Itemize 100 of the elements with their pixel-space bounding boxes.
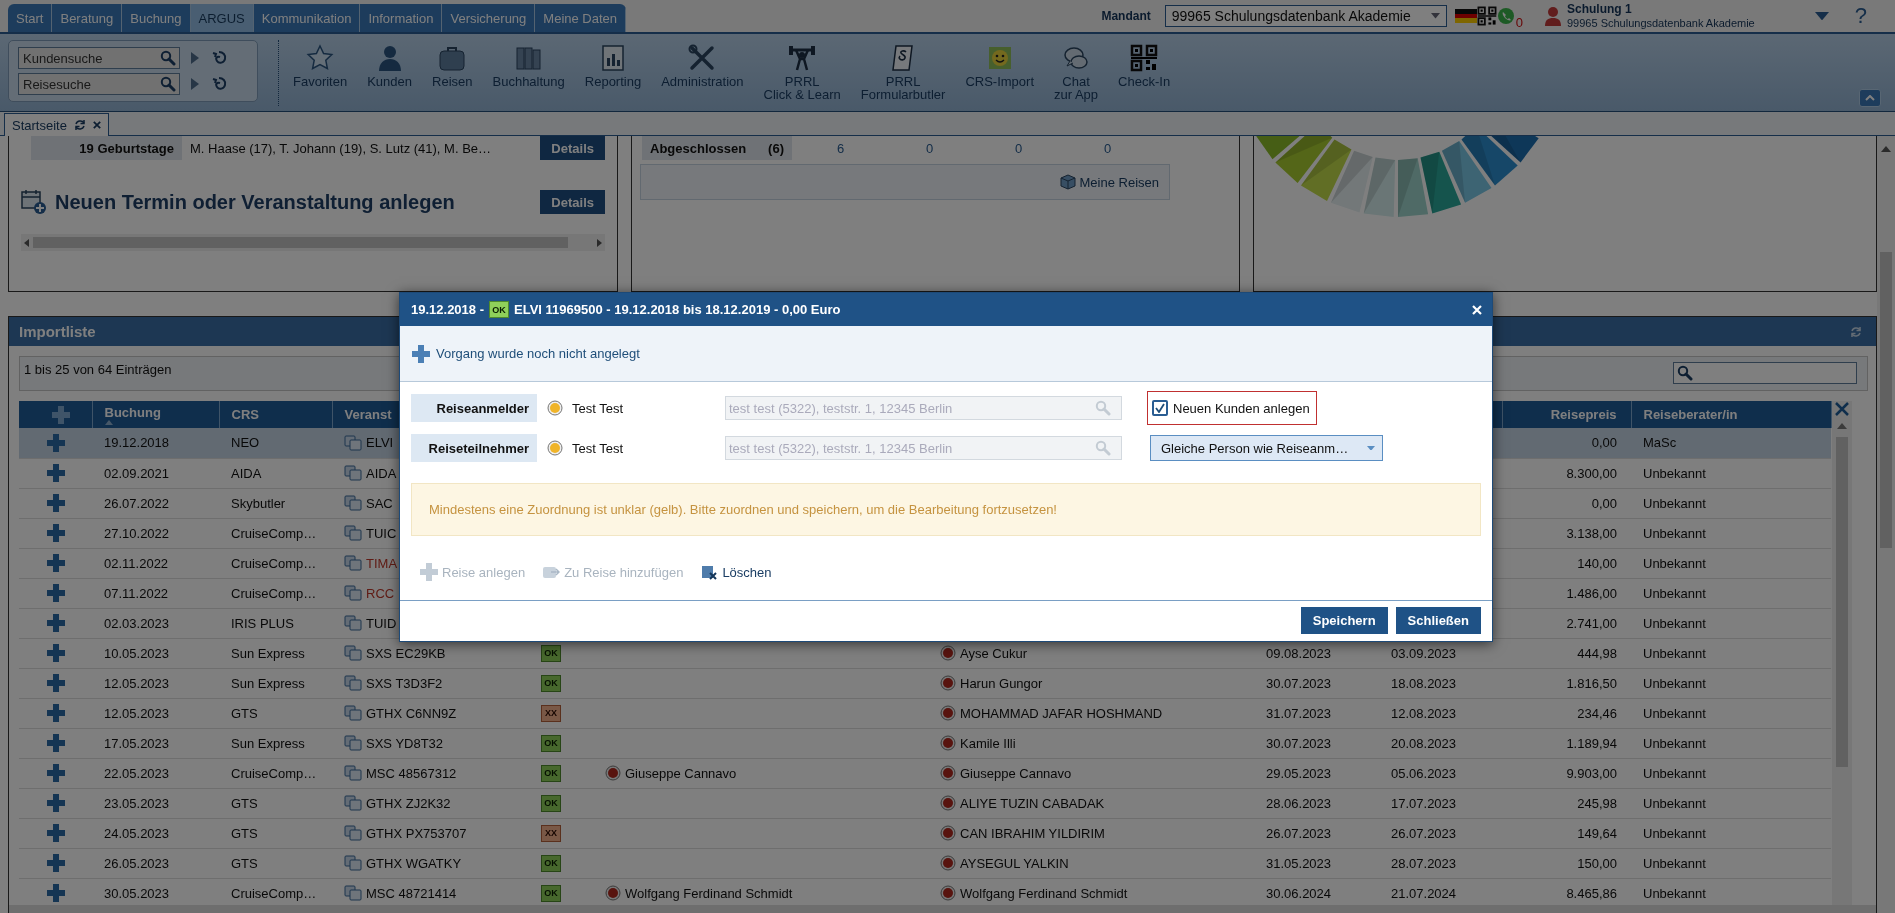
caret-icon[interactable] bbox=[1814, 11, 1829, 21]
add-icon[interactable] bbox=[46, 644, 65, 662]
table-cell: SXS EC29KB bbox=[366, 645, 446, 661]
customer-match-field[interactable]: test test (5322), teststr. 1, 12345 Berlin bbox=[725, 436, 1122, 460]
refresh-icon[interactable] bbox=[73, 119, 86, 131]
trip-count: 0 bbox=[1102, 140, 1113, 156]
toolbar-button[interactable]: Check-In bbox=[1118, 44, 1171, 101]
add-icon[interactable] bbox=[46, 494, 65, 512]
toolbar-button[interactable]: Kunden bbox=[367, 44, 413, 101]
nav-tab[interactable]: Start bbox=[8, 4, 53, 32]
person-name: Test Test bbox=[572, 400, 625, 416]
nav-tab[interactable]: Buchung bbox=[122, 4, 191, 32]
toolbar-button[interactable]: Reisen bbox=[432, 44, 473, 101]
table-cell: TUID bbox=[366, 615, 397, 631]
new-customer-checkbox[interactable]: Neuen Kunden anlegen bbox=[1147, 391, 1317, 425]
table-cell: Unbekannt bbox=[1631, 608, 1831, 638]
close-icon[interactable] bbox=[92, 121, 101, 129]
search-icon[interactable] bbox=[1677, 365, 1693, 381]
search-icon[interactable] bbox=[160, 76, 176, 92]
user-icon[interactable] bbox=[1545, 6, 1561, 26]
nav-tab[interactable]: Beratung bbox=[52, 4, 123, 32]
table-cell: 245,98 bbox=[1502, 788, 1631, 818]
table-row[interactable]: 23.05.2023 GTS GTHX ZJ2K32 OK ALIYE TUZIN CABADAK 28.06.2023 17.07.2023 245,98 Unbekannt bbox=[19, 788, 1831, 818]
refresh-icon[interactable] bbox=[1850, 325, 1862, 338]
horizontal-scrollbar[interactable] bbox=[21, 234, 605, 251]
details-button[interactable]: Details bbox=[540, 190, 605, 214]
search-field[interactable]: Kundensuche bbox=[18, 47, 180, 69]
toolbar-button[interactable]: Chat zur App bbox=[1054, 44, 1099, 101]
help-button[interactable]: ? bbox=[1854, 3, 1867, 29]
action-button[interactable]: Löschen bbox=[700, 563, 772, 581]
play-icon[interactable] bbox=[190, 52, 200, 64]
caret-icon[interactable] bbox=[1367, 445, 1375, 451]
table-row[interactable]: 22.05.2023 CruiseComp… MSC 48567312 OK Giuseppe Cannavo Giuseppe Cannavo 29.05.2023 05.06.2023 9.903,00 Unbekannt bbox=[19, 758, 1831, 788]
caret-icon[interactable] bbox=[1430, 13, 1440, 19]
toolbar-button[interactable]: PRRL Click & Learn bbox=[763, 44, 841, 101]
toolbar-button[interactable]: Administration bbox=[661, 44, 744, 101]
toolbar-button[interactable]: Reporting bbox=[584, 44, 642, 101]
toolbar-button[interactable]: PRRL Formularbutler bbox=[860, 44, 946, 101]
search-field[interactable] bbox=[1673, 362, 1857, 384]
table-cell: Ayse Cukur bbox=[960, 645, 1027, 661]
horizontal-scrollbar[interactable] bbox=[9, 905, 1876, 913]
swirl-icon[interactable] bbox=[210, 75, 228, 93]
details-button[interactable]: Details bbox=[540, 136, 605, 160]
scroll-up-icon[interactable] bbox=[1836, 423, 1847, 429]
collapse-button[interactable] bbox=[1859, 89, 1881, 107]
add-icon[interactable] bbox=[46, 584, 65, 602]
dialog-button[interactable]: Schließen bbox=[1395, 607, 1481, 634]
add-icon[interactable] bbox=[46, 524, 65, 542]
checkbox[interactable] bbox=[1152, 400, 1168, 416]
dialog-button[interactable]: Speichern bbox=[1300, 607, 1388, 634]
customer-match-field[interactable]: test test (5322), teststr. 1, 12345 Berlin bbox=[725, 396, 1122, 420]
toolbar-button[interactable]: Buchhaltung bbox=[492, 44, 565, 101]
add-icon[interactable] bbox=[46, 794, 65, 812]
play-icon[interactable] bbox=[190, 78, 200, 90]
swirl-icon[interactable] bbox=[210, 49, 228, 67]
table-row[interactable]: 12.05.2023 GTS GTHX C6NN9Z XX MOHAMMAD JAFAR HOSHMAND 31.07.2023 12.08.2023 234,46 Unbekannt bbox=[19, 698, 1831, 728]
table-row[interactable]: 12.05.2023 Sun Express SXS T3D3F2 OK Harun Gungor 30.07.2023 18.08.2023 1.816,50 Unbekannt bbox=[19, 668, 1831, 698]
add-icon[interactable] bbox=[46, 824, 65, 842]
table-cell: GTHX WGATKY bbox=[366, 855, 462, 871]
add-icon[interactable] bbox=[46, 614, 65, 632]
add-icon[interactable] bbox=[46, 464, 65, 482]
table-cell: 0,00 bbox=[1502, 428, 1631, 458]
add-icon[interactable] bbox=[46, 433, 65, 452]
nav-tab[interactable]: Information bbox=[360, 4, 443, 32]
add-icon[interactable] bbox=[46, 734, 65, 752]
close-columns-icon[interactable] bbox=[1833, 401, 1850, 417]
toolbar-button[interactable]: Favoriten bbox=[293, 44, 348, 101]
nav-tab[interactable]: ARGUS bbox=[190, 4, 254, 32]
add-icon[interactable] bbox=[46, 764, 65, 782]
sort-arrow-icon[interactable] bbox=[104, 419, 113, 425]
search-icon[interactable] bbox=[160, 50, 176, 66]
nav-tab[interactable]: Meine Daten bbox=[535, 4, 627, 32]
add-icon[interactable] bbox=[52, 405, 71, 424]
toolbar-button[interactable]: CRS-Import bbox=[965, 44, 1034, 101]
flag-icon[interactable] bbox=[1454, 9, 1477, 23]
qr-code-icon[interactable] bbox=[1476, 6, 1497, 26]
table-row[interactable]: 17.05.2023 Sun Express SXS YD8T32 OK Kamile Illi 30.07.2023 20.08.2023 1.189,94 Unbekannt bbox=[19, 728, 1831, 758]
column-header[interactable]: CRS bbox=[219, 401, 332, 428]
mandant-select[interactable]: 99965 Schulungsdatenbank Akademie bbox=[1164, 5, 1447, 27]
search-field[interactable]: Reisesuche bbox=[18, 73, 180, 95]
add-icon[interactable] bbox=[46, 554, 65, 572]
page-tab[interactable]: Startseite bbox=[4, 113, 109, 136]
nav-tab[interactable]: Versicherung bbox=[442, 4, 536, 32]
phone-bubble-icon[interactable] bbox=[1496, 7, 1515, 25]
add-icon[interactable] bbox=[46, 674, 65, 692]
add-icon[interactable] bbox=[46, 704, 65, 722]
table-cell: 10.05.2023 bbox=[92, 638, 219, 668]
nav-tab[interactable]: Kommunikation bbox=[253, 4, 361, 32]
column-header[interactable]: Buchung bbox=[92, 401, 219, 428]
participant-select[interactable]: Gleiche Person wie Reiseanm… bbox=[1150, 435, 1383, 461]
table-row[interactable]: 24.05.2023 GTS GTHX PX753707 XX CAN IBRAHIM YILDIRIM 26.07.2023 26.07.2023 149,64 Unbekannt bbox=[19, 818, 1831, 848]
add-icon[interactable] bbox=[46, 854, 65, 872]
add-icon[interactable] bbox=[46, 884, 65, 902]
scroll-up-icon[interactable] bbox=[1881, 146, 1891, 152]
qr-code-icon[interactable] bbox=[1130, 44, 1159, 72]
table-row[interactable]: 26.05.2023 GTS GTHX WGATKY OK AYSEGUL YALKIN 31.05.2023 28.07.2023 150,00 Unbekannt bbox=[19, 848, 1831, 878]
table-cell: 1.486,00 bbox=[1502, 578, 1631, 608]
column-header[interactable]: Reisepreis bbox=[1502, 401, 1631, 428]
my-trips-button[interactable]: Meine Reisen bbox=[640, 164, 1170, 200]
column-header[interactable]: Reiseberater/in bbox=[1631, 401, 1831, 428]
